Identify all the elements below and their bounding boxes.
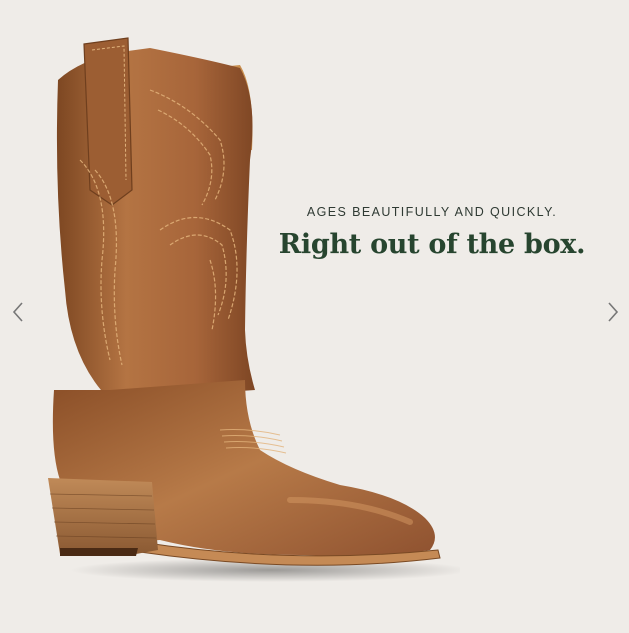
carousel-next-button[interactable] <box>601 298 625 326</box>
carousel-prev-button[interactable] <box>6 298 30 326</box>
hero-eyebrow: AGES BEAUTIFULLY AND QUICKLY. <box>306 205 558 219</box>
hero-slide: AGES BEAUTIFULLY AND QUICKLY. Right out … <box>0 0 629 633</box>
boot-image <box>48 37 460 582</box>
chevron-right-icon <box>608 302 619 322</box>
chevron-left-icon <box>12 302 23 322</box>
hero-headline: Right out of the box. <box>278 229 586 260</box>
hero-caption: AGES BEAUTIFULLY AND QUICKLY. Right out … <box>262 205 602 260</box>
